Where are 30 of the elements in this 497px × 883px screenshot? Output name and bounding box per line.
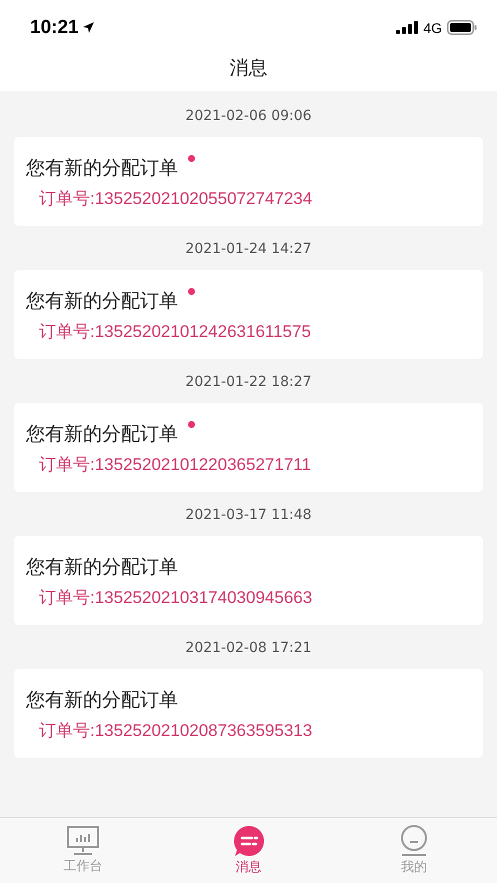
clock-time: 10:21 [30,16,79,38]
message-card[interactable]: 您有新的分配订单 订单号:13525202101220365271711 [14,403,483,492]
message-title: 您有新的分配订单 [26,688,178,713]
order-number: 订单号:13525202102087363595313 [38,720,314,742]
message-time: 2021-02-06 09:06 [184,107,313,126]
message-time: 2021-01-24 14:27 [184,240,313,259]
message-card[interactable]: 您有新的分配订单 订单号:13525202103174030945663 [14,536,483,625]
location-arrow-icon [82,21,95,34]
tab-item[interactable]: 消息 [166,818,332,883]
chat-icon [232,825,264,857]
order-number: 订单号:13525202101242631611575 [38,321,312,343]
message-title: 您有新的分配订单 [26,289,178,314]
order-number: 订单号:13525202102055072747234 [38,188,314,210]
message-card[interactable]: 您有新的分配订单 订单号:13525202101242631611575 [14,270,483,359]
message-time: 2021-01-22 18:27 [184,373,313,392]
message-title: 您有新的分配订单 [26,555,178,580]
order-number: 订单号:13525202103174030945663 [38,587,314,609]
face-icon [399,825,430,857]
message-time: 2021-02-08 17:21 [184,639,313,658]
network-label: 4G [423,20,442,36]
message-title: 您有新的分配订单 [26,156,178,181]
order-number: 订单号:13525202101220365271711 [38,454,312,476]
page-title: 消息 [230,56,268,81]
message-title: 您有新的分配订单 [26,422,178,447]
signal-icon [396,21,418,34]
message-card[interactable]: 您有新的分配订单 订单号:13525202102087363595313 [14,669,483,758]
message-card[interactable]: 您有新的分配订单 订单号:13525202102055072747234 [14,137,483,226]
monitor-icon [66,826,100,856]
message-time: 2021-03-17 11:48 [184,506,313,525]
battery-icon [447,20,477,35]
